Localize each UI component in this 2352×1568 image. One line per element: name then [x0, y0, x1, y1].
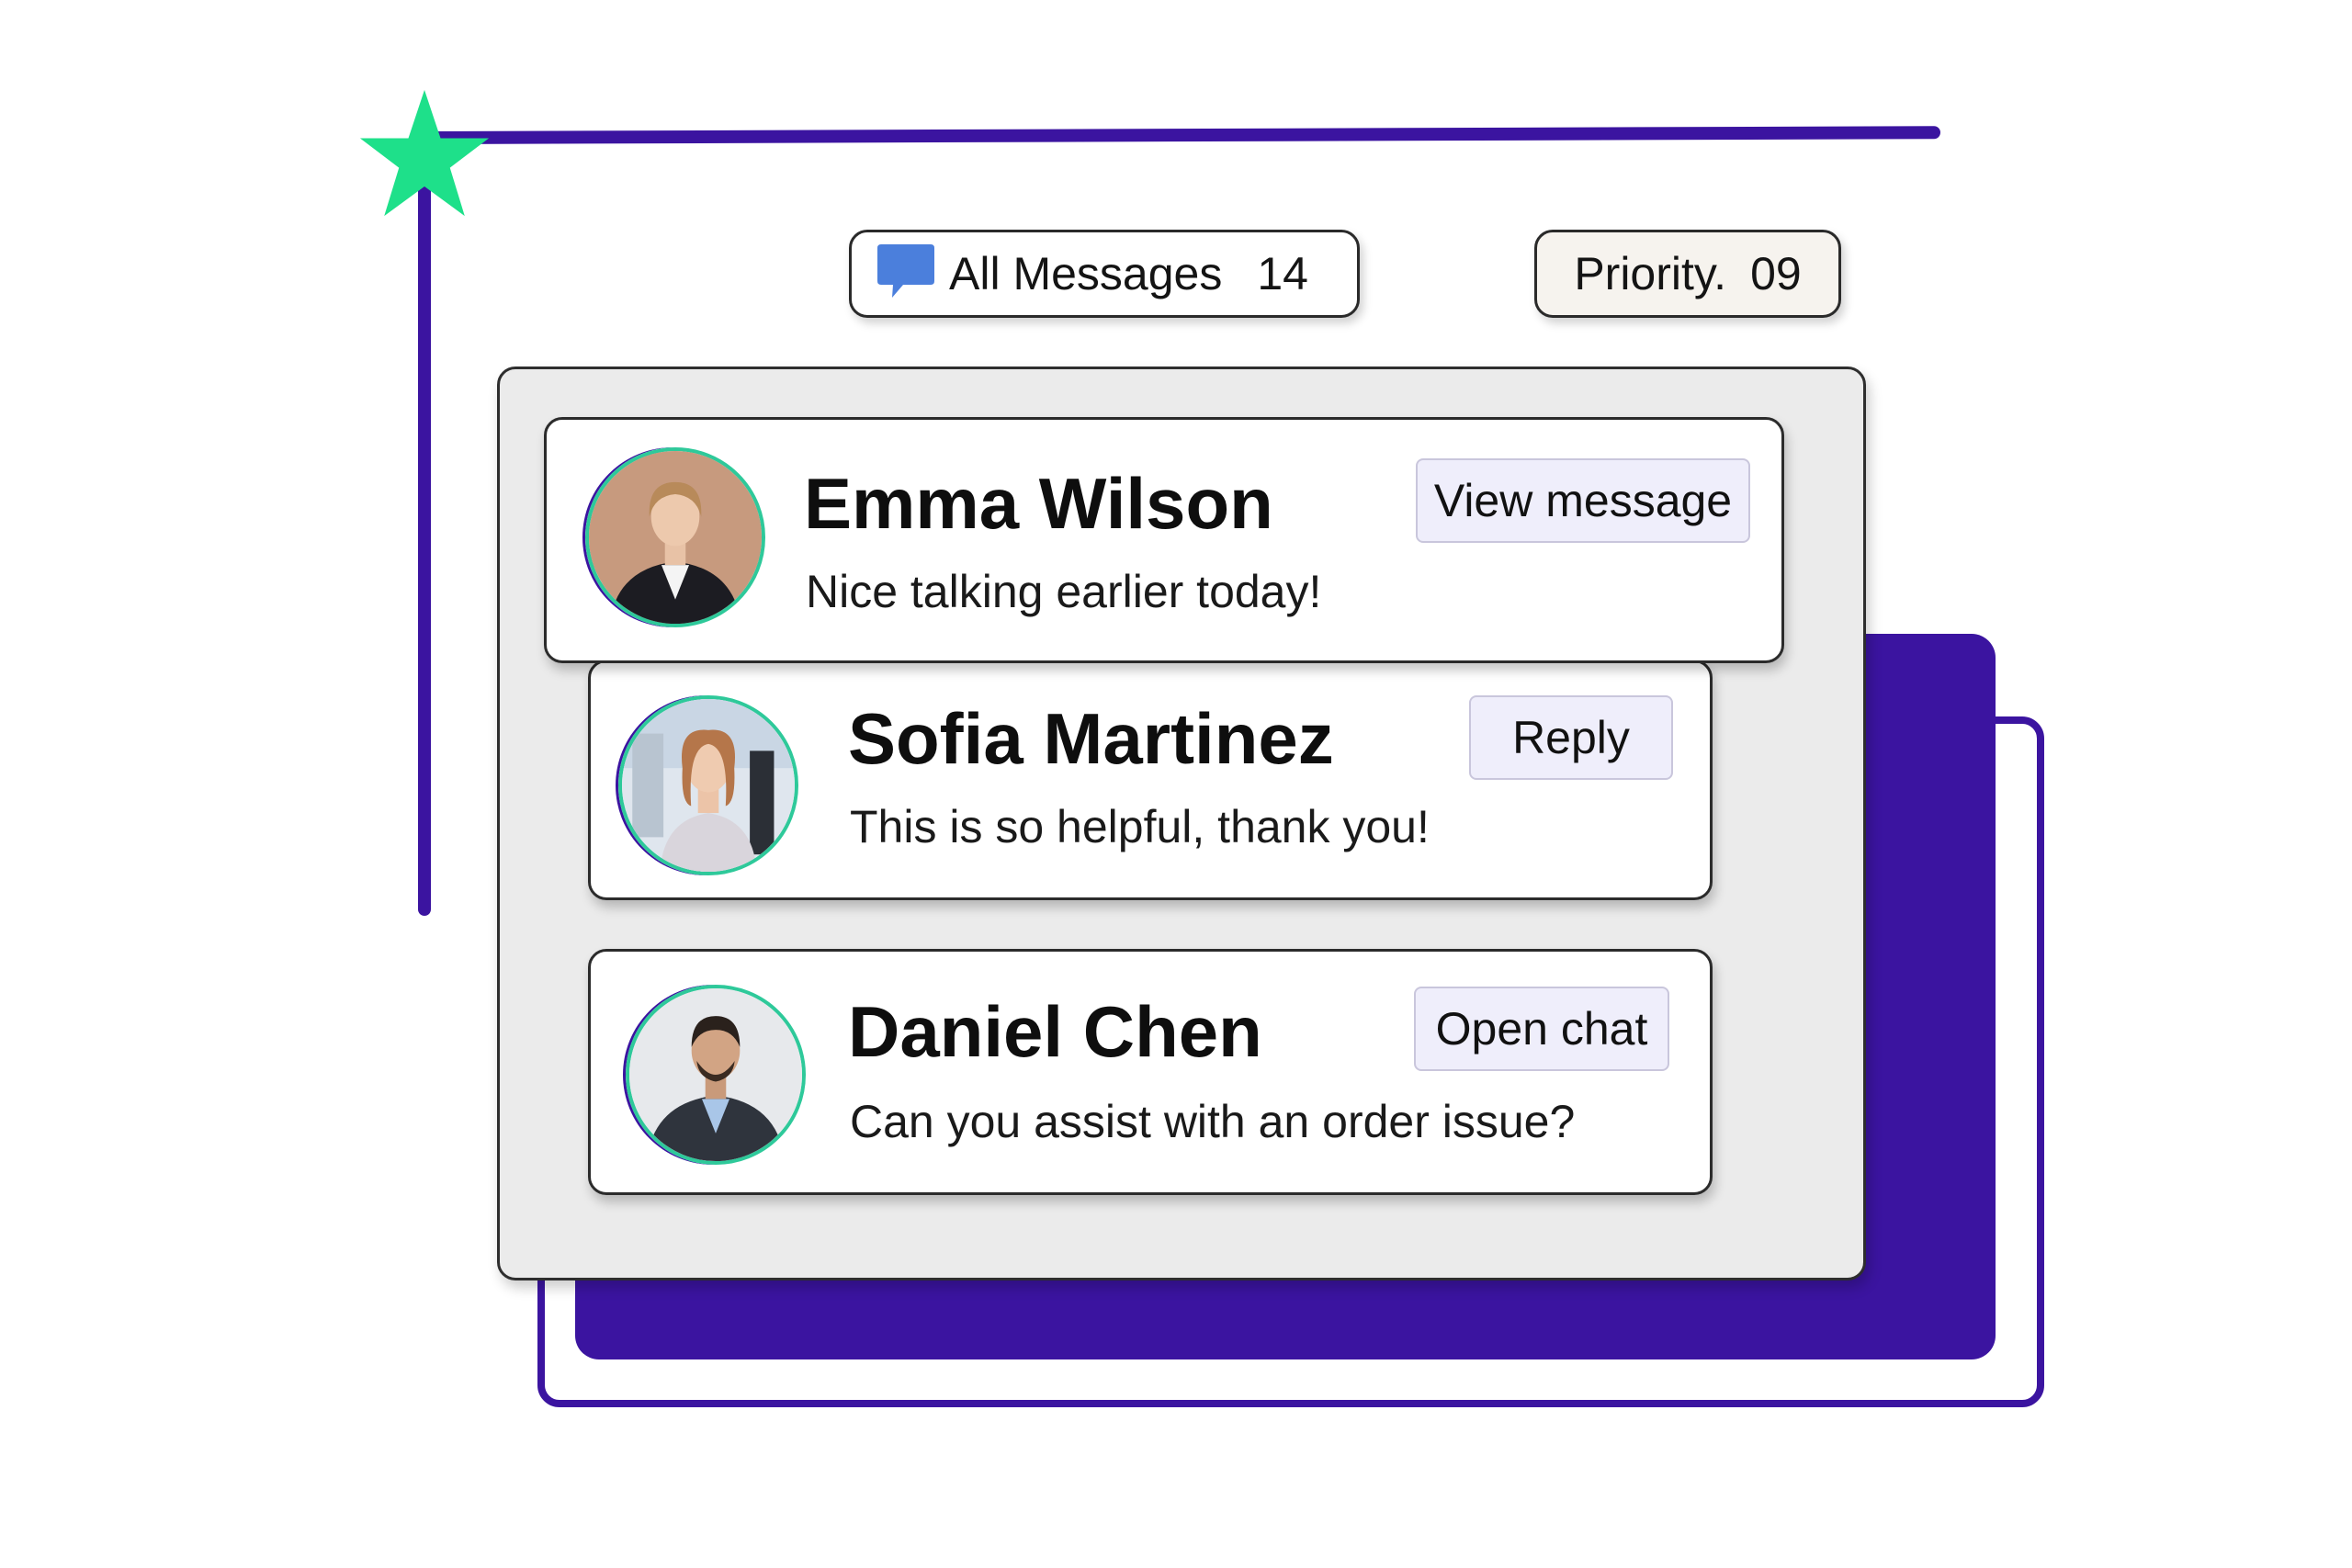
priority-filter[interactable]: Priority. 09 — [1534, 230, 1841, 318]
reply-button[interactable]: Reply — [1469, 695, 1673, 780]
avatar-image — [622, 699, 795, 872]
decorative-left-line — [418, 184, 431, 916]
decorative-top-line — [422, 126, 1941, 144]
star-icon — [359, 89, 490, 217]
message-card-sofia-martinez[interactable]: Sofia Martinez This is so helpful, thank… — [588, 660, 1713, 900]
avatar — [618, 695, 798, 875]
contact-name: Emma Wilson — [804, 463, 1273, 544]
all-messages-filter[interactable]: All Messages 14 — [849, 230, 1360, 318]
avatar — [585, 447, 765, 627]
message-snippet: This is so helpful, thank you! — [850, 801, 1430, 852]
open-chat-button[interactable]: Open chat — [1414, 987, 1669, 1071]
avatar-image — [589, 451, 762, 624]
all-messages-label: All Messages — [949, 248, 1223, 299]
avatar — [626, 985, 806, 1165]
all-messages-count: 14 — [1257, 248, 1308, 299]
priority-count: 09 — [1750, 248, 1802, 299]
message-snippet: Can you assist with an order issue? — [850, 1096, 1576, 1147]
message-snippet: Nice talking earlier today! — [806, 566, 1322, 617]
message-card-daniel-chen[interactable]: Daniel Chen Can you assist with an order… — [588, 949, 1713, 1195]
avatar-image — [629, 988, 802, 1161]
chat-bubble-icon — [877, 244, 934, 298]
priority-label: Priority. — [1574, 248, 1727, 299]
view-message-button[interactable]: View message — [1416, 458, 1750, 543]
contact-name: Daniel Chen — [848, 991, 1262, 1072]
message-card-emma-wilson[interactable]: Emma Wilson Nice talking earlier today! … — [544, 417, 1784, 663]
contact-name: Sofia Martinez — [848, 698, 1334, 779]
